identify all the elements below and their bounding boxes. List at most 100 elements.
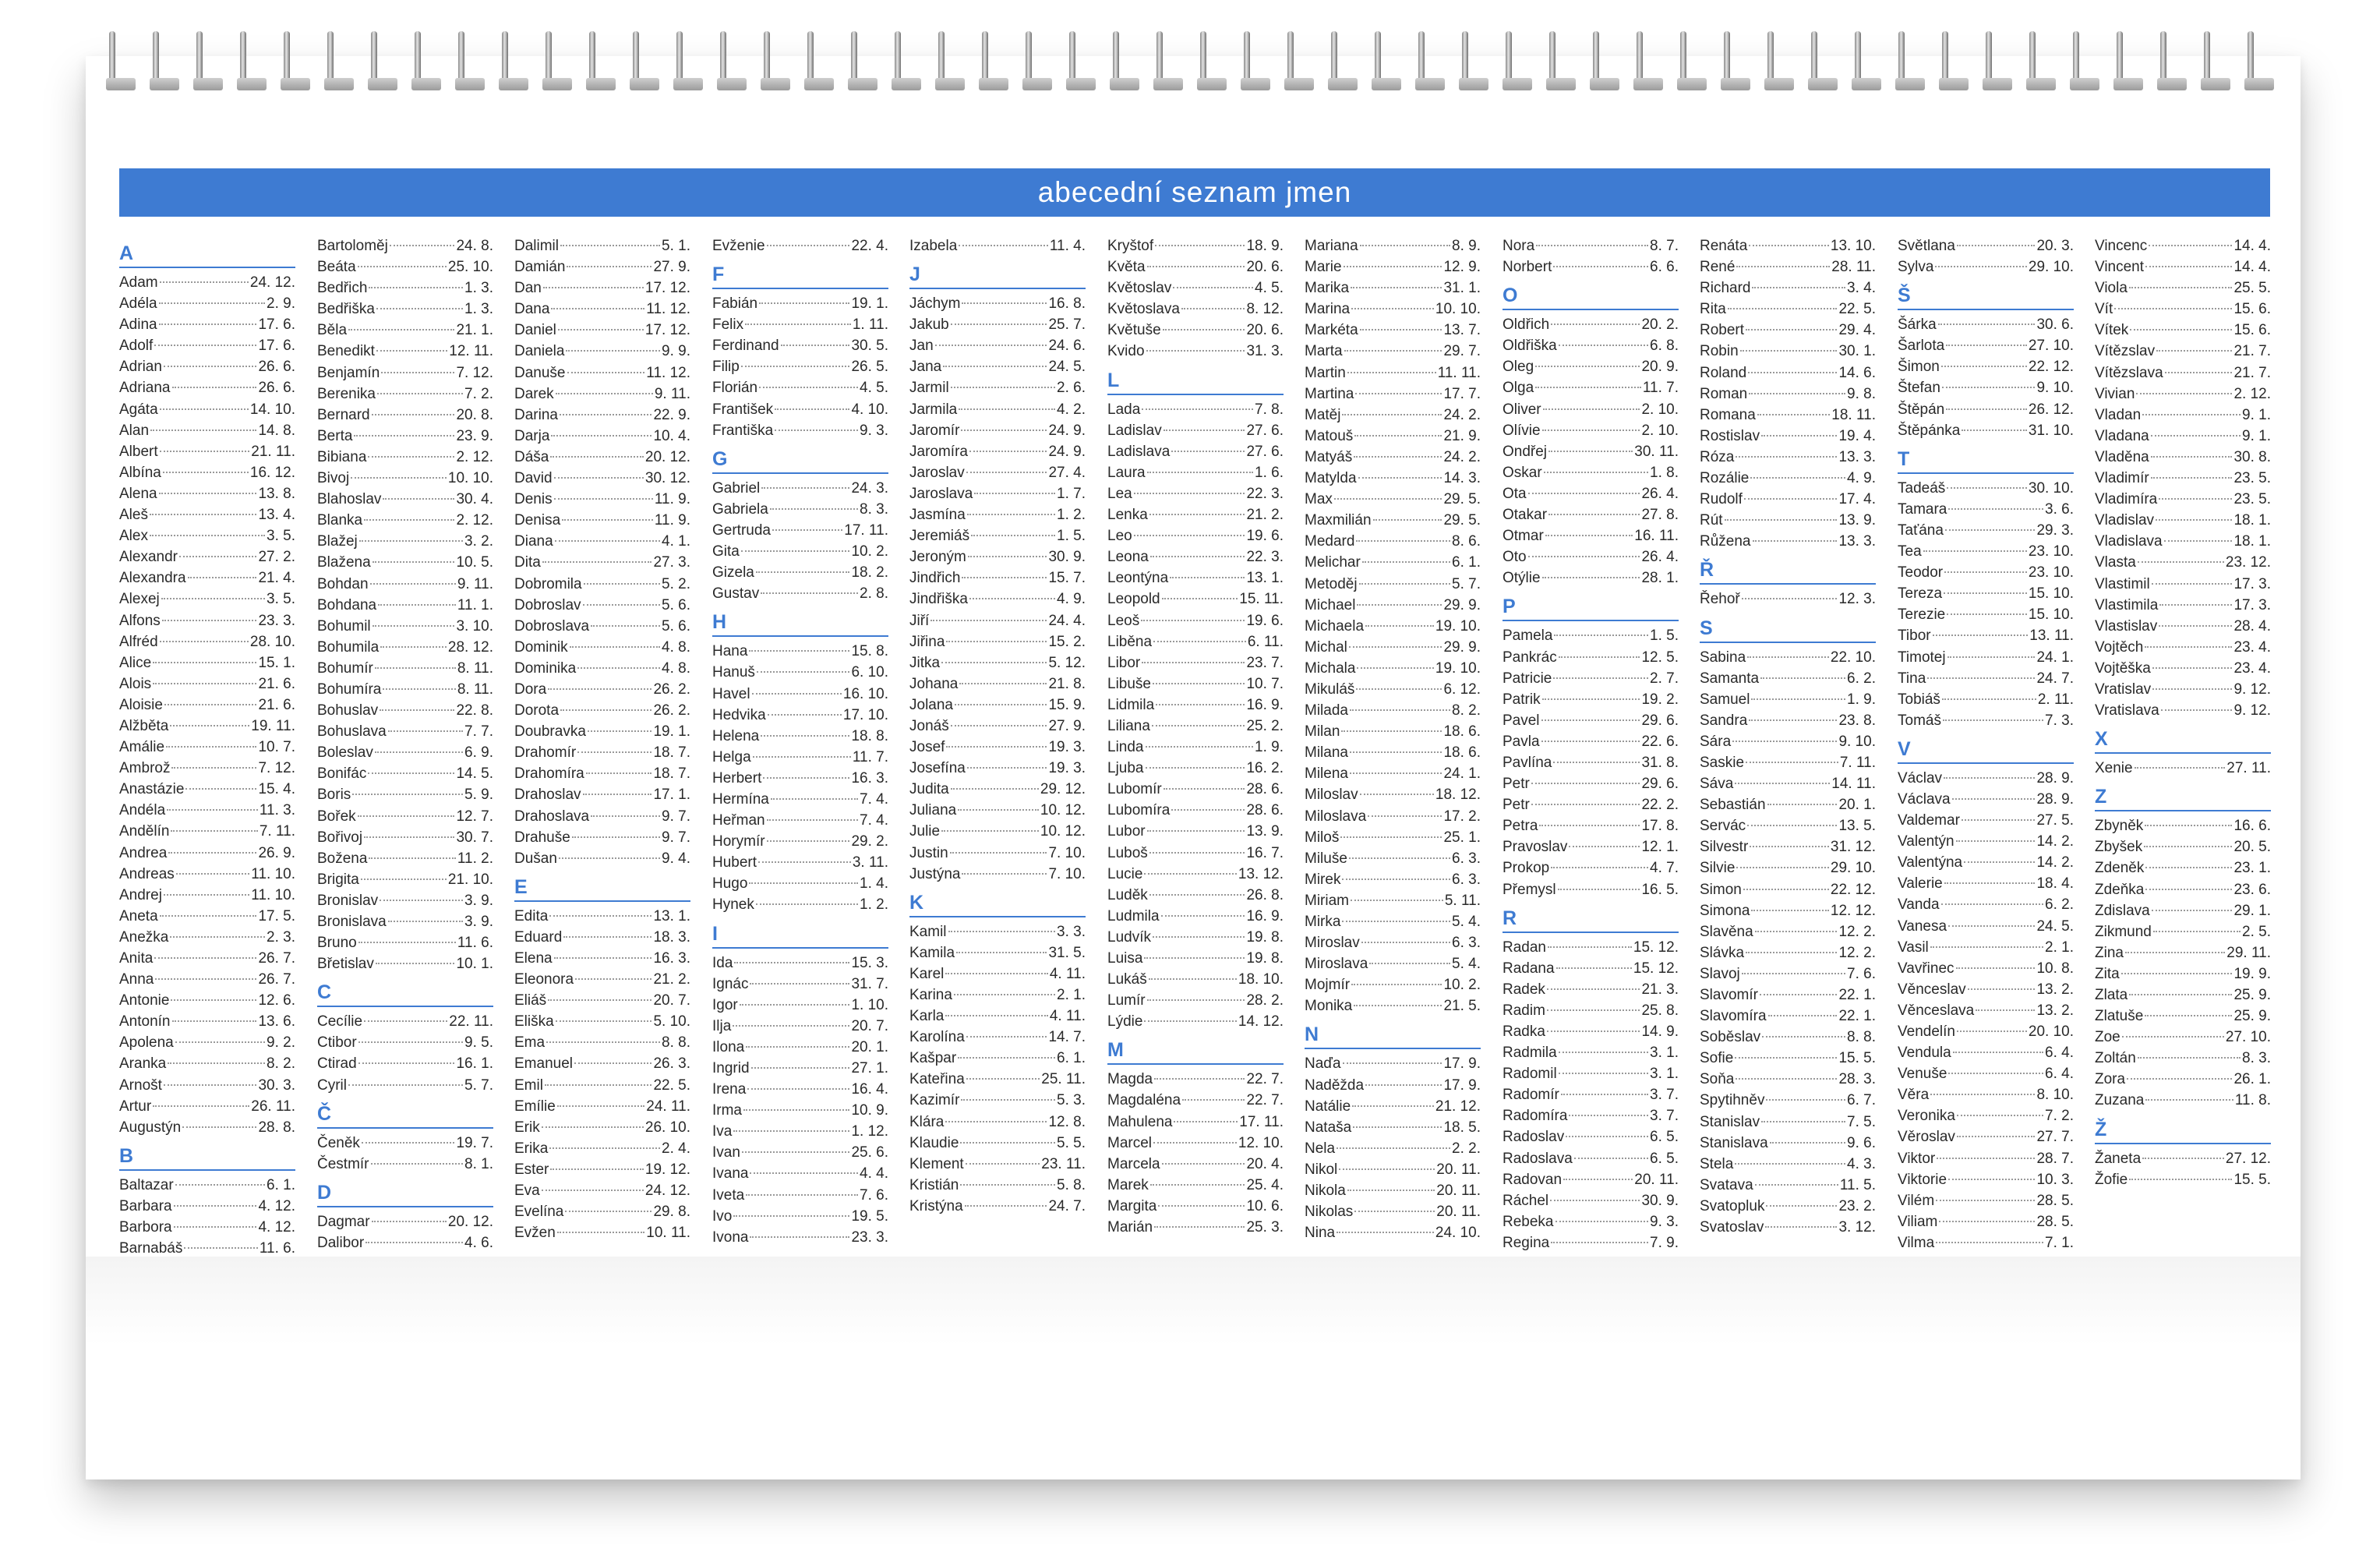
name-day-date: 12. 2. <box>1838 944 1876 961</box>
name-day-date: 5. 5. <box>1057 1134 1086 1151</box>
name-day-date: 8. 8. <box>662 1034 690 1052</box>
name-label: Marta <box>1305 343 1343 360</box>
dot-leader <box>2120 972 2233 974</box>
name-day-date: 22. 12. <box>2028 359 2074 376</box>
dot-leader <box>380 709 455 712</box>
dot-leader <box>2129 1178 2233 1180</box>
name-day-date: 16. 6. <box>2233 818 2271 835</box>
name-entry: Květoslava 8. 12. <box>1107 299 1284 320</box>
name-entry: Olga 11. 7. <box>1503 377 1679 398</box>
letter-heading: J <box>909 261 1086 290</box>
name-label: Vladislava <box>2095 533 2163 550</box>
name-entry: Jaromír 24. 9. <box>909 420 1086 441</box>
name-entry: Marcel 12. 10. <box>1107 1133 1284 1154</box>
name-label: Jana <box>909 359 942 376</box>
name-day-date: 25. 11. <box>1041 1071 1086 1088</box>
name-day-date: 9. 2. <box>267 1034 295 1052</box>
name-entry: Mikuláš 6. 12. <box>1305 679 1481 700</box>
name-entry: Sylva 29. 10. <box>1898 256 2074 278</box>
name-day-date: 5. 8. <box>1057 1176 1086 1193</box>
name-day-date: 22. 2. <box>1641 797 1679 814</box>
name-day-date: 20. 11. <box>1436 1161 1481 1178</box>
name-column: Vincenc 14. 4. Vincent 14. 4. Viola 25. 5. Vít… <box>2095 235 2271 1190</box>
dot-leader <box>1747 825 1838 827</box>
name-label: Ema <box>514 1034 546 1052</box>
name-entry: Alexandra 21. 4. <box>119 567 295 589</box>
name-day-date: 10. 10. <box>447 470 493 487</box>
name-label: Čeněk <box>317 1134 360 1151</box>
name-entry: Filip 26. 5. <box>712 356 888 377</box>
name-label: Matyáš <box>1305 448 1353 465</box>
name-day-date: 7. 10. <box>1048 865 1086 882</box>
name-day-date: 8. 7. <box>1650 238 1679 254</box>
dot-leader <box>962 302 1047 305</box>
name-entry: Michala 19. 10. <box>1305 658 1481 679</box>
name-entry: Roland 14. 6. <box>1700 362 1876 384</box>
name-column: Renáta 13. 10. René 28. 11. Richard 3. 4. Rita… <box>1700 235 1876 1238</box>
dot-leader <box>733 1214 850 1217</box>
dot-leader <box>1357 603 1442 606</box>
dot-leader <box>943 366 1047 368</box>
name-entry: Prokop 4. 7. <box>1503 857 1679 878</box>
dot-leader <box>1156 703 1245 705</box>
name-day-date: 24. 11. <box>646 1098 690 1115</box>
dot-leader <box>945 1015 1048 1017</box>
name-entry: Radmila 3. 1. <box>1503 1042 1679 1063</box>
name-entry: Vítek 15. 6. <box>2095 320 2271 341</box>
name-label: Dominika <box>514 659 577 677</box>
name-entry: Renáta 13. 10. <box>1700 235 1876 256</box>
name-day-date: 24. 5. <box>1048 359 1086 376</box>
dot-leader <box>372 561 455 564</box>
name-label: Margita <box>1107 1197 1157 1214</box>
name-day-date: 1. 9. <box>1255 739 1284 756</box>
name-day-date: 1. 2. <box>1057 507 1086 524</box>
dot-leader <box>966 1078 1040 1080</box>
name-day-date: 24. 1. <box>2036 649 2074 666</box>
name-label: Kamil <box>909 923 947 940</box>
name-entry: Oldřich 20. 2. <box>1503 314 1679 335</box>
name-day-date: 5. 6. <box>662 617 690 635</box>
name-day-date: 3. 5. <box>267 528 295 545</box>
name-entry: Hanuš 6. 10. <box>712 662 888 683</box>
name-day-date: 15. 5. <box>1838 1050 1876 1067</box>
name-day-date: 6. 3. <box>1452 871 1481 888</box>
name-day-date: 27. 4. <box>1048 464 1086 481</box>
name-day-date: 18. 5. <box>1443 1119 1481 1136</box>
name-label: Miroslav <box>1305 935 1360 952</box>
dot-leader <box>958 1057 1056 1059</box>
name-label: Valentýna <box>1898 854 1963 871</box>
name-label: Iveta <box>712 1186 745 1204</box>
dot-leader <box>734 961 850 963</box>
name-entry: Anežka 2. 3. <box>119 927 295 948</box>
name-entry: Terezie 15. 10. <box>1898 604 2074 625</box>
name-label: Karolína <box>909 1029 965 1046</box>
dot-leader <box>1735 1162 1846 1165</box>
name-label: Samanta <box>1700 670 1760 687</box>
name-entry: Andělín 7. 11. <box>119 821 295 842</box>
dot-leader <box>1946 408 2027 410</box>
dot-leader <box>1550 1199 1640 1201</box>
dot-leader <box>548 688 652 690</box>
name-entry: Eleonora 21. 2. <box>514 969 690 990</box>
name-label: Havel <box>712 685 750 702</box>
name-day-date: 21. 12. <box>1435 1098 1481 1115</box>
name-label: Michal <box>1305 638 1347 656</box>
name-day-date: 29. 10. <box>2028 259 2074 276</box>
name-entry: Tomáš 7. 3. <box>1898 710 2074 731</box>
name-entry: Ljuba 16. 2. <box>1107 758 1284 779</box>
name-entry: Klára 12. 8. <box>909 1112 1086 1133</box>
dot-leader <box>1936 1199 2036 1201</box>
name-label: Laura <box>1107 464 1146 481</box>
name-day-date: 3. 3. <box>1057 923 1086 940</box>
name-label: Daniela <box>514 343 565 360</box>
name-label: Miriam <box>1305 892 1349 909</box>
name-entry: Mirka 5. 4. <box>1305 911 1481 932</box>
dot-leader <box>1142 408 1254 410</box>
name-day-date: 25. 9. <box>2233 1008 2271 1025</box>
dot-leader <box>941 830 1039 833</box>
dot-leader <box>166 746 257 748</box>
name-label: Karla <box>909 1008 945 1025</box>
dot-leader <box>1736 1078 1838 1080</box>
name-day-date: 13. 3. <box>1838 533 1876 550</box>
name-label: Spytihněv <box>1700 1092 1765 1109</box>
